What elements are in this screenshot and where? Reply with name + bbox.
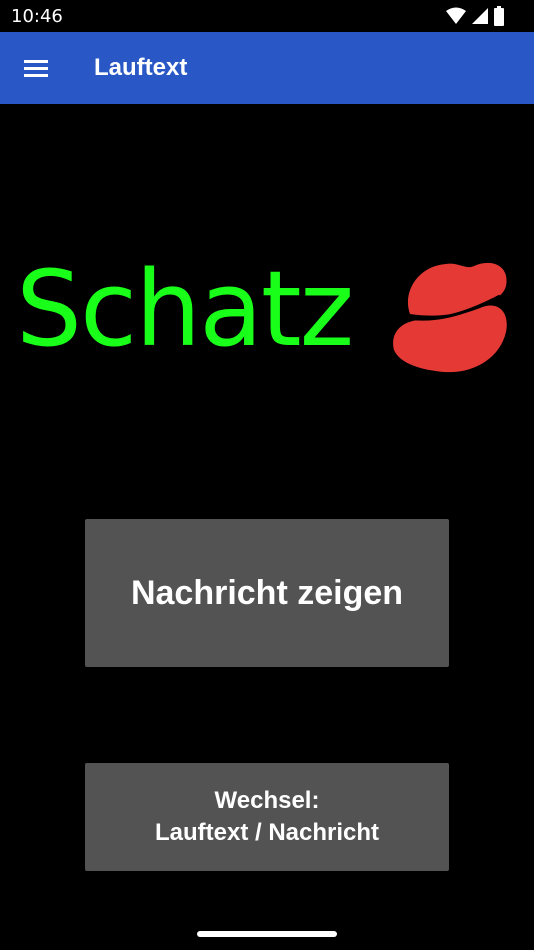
status-icons	[446, 6, 504, 26]
switch-mode-line-1: Wechsel:	[214, 787, 320, 814]
battery-icon	[494, 6, 504, 26]
cellular-signal-icon	[472, 8, 488, 24]
switch-mode-button[interactable]: Wechsel: Lauftext / Nachricht	[85, 763, 449, 871]
marquee-display: Schatz	[0, 240, 534, 380]
gesture-nav-handle[interactable]	[197, 931, 337, 937]
app-bar: Lauftext	[0, 32, 534, 104]
status-bar: 10:46	[0, 0, 534, 32]
app-title: Lauftext	[94, 54, 188, 81]
wifi-icon	[446, 7, 466, 24]
hamburger-menu-icon	[24, 60, 48, 77]
marquee-text: Schatz	[16, 248, 354, 370]
switch-mode-line-2: Lauftext / Nachricht	[154, 819, 380, 846]
menu-button[interactable]	[16, 50, 56, 86]
status-time: 10:46	[11, 6, 63, 27]
show-message-button[interactable]: Nachricht zeigen	[85, 519, 449, 667]
kiss-lips-icon	[393, 262, 507, 373]
